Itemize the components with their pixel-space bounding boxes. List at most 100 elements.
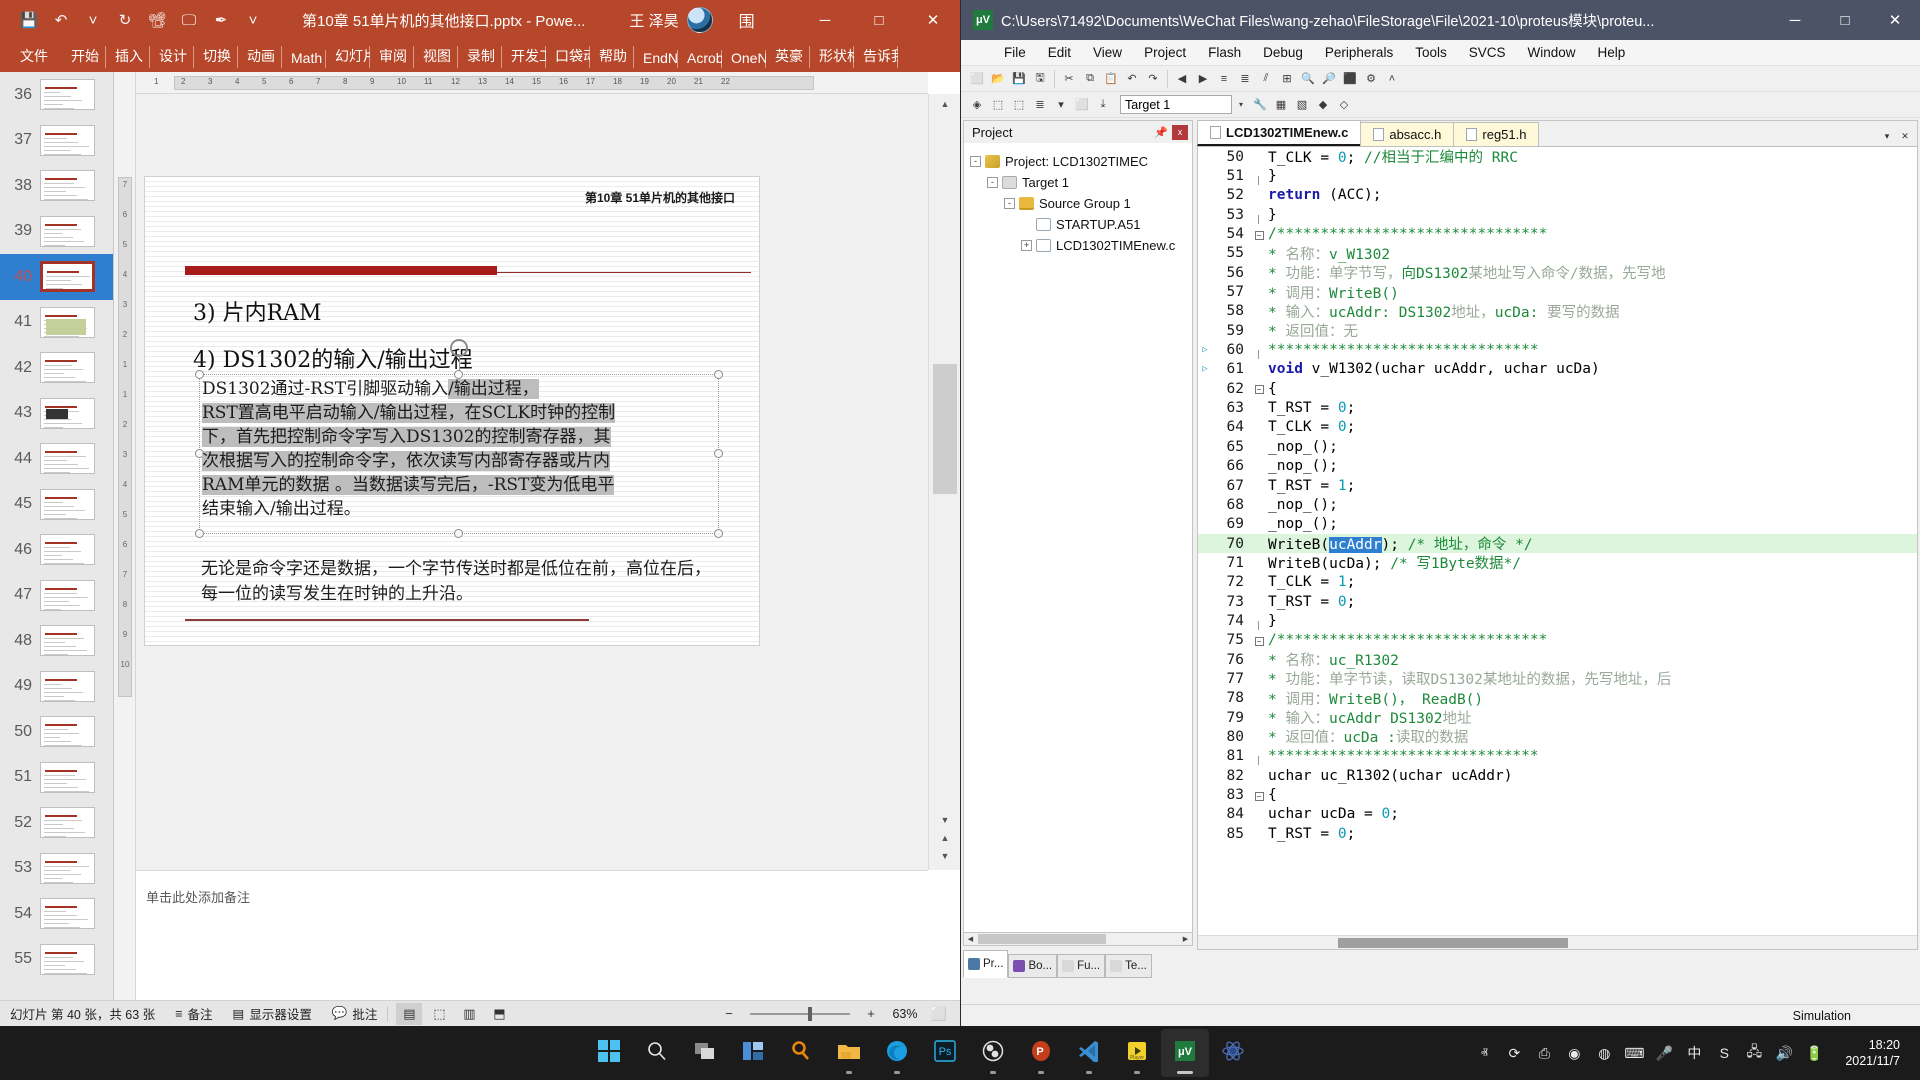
slide-thumbnail-39[interactable]: 39 xyxy=(0,209,113,255)
slide-thumbnail-42[interactable]: 42 xyxy=(0,345,113,391)
ribbon-tab-15[interactable]: Acrobat xyxy=(678,46,722,72)
code-line-76[interactable]: 76 * 名称：uc_R1302 xyxy=(1198,650,1917,670)
editor-tab-2[interactable]: reg51.h xyxy=(1453,122,1540,146)
code-line-62[interactable]: 62−{ xyxy=(1198,379,1917,398)
ribbon-tab-7[interactable]: 幻灯片放映 xyxy=(326,42,370,72)
build-icon[interactable]: ⬚ xyxy=(988,95,1008,115)
start-button[interactable] xyxy=(585,1029,633,1077)
rotation-handle[interactable] xyxy=(450,339,468,357)
usb-eject-icon[interactable]: ⎙ xyxy=(1529,1033,1559,1073)
reading-view-button[interactable]: ▥ xyxy=(456,1003,482,1025)
slide-thumbnail-image[interactable] xyxy=(40,397,95,429)
tree-expander-icon[interactable]: + xyxy=(1021,240,1032,251)
ribbon-tab-5[interactable]: 动画 xyxy=(238,42,282,72)
slide-thumbnail-image[interactable] xyxy=(40,852,95,884)
paste-icon[interactable]: 📋 xyxy=(1101,69,1121,89)
bookmark-marker-icon[interactable]: ▷ xyxy=(1198,345,1212,355)
navigate-back-icon[interactable]: ◀ xyxy=(1172,69,1192,89)
zoom-in-button[interactable]: + xyxy=(858,1003,884,1025)
tree-expander-icon[interactable]: - xyxy=(1004,198,1015,209)
code-line-73[interactable]: 73 T_RST = 0; xyxy=(1198,592,1917,611)
keil-menu-view[interactable]: View xyxy=(1082,42,1133,63)
config-wizard-icon[interactable]: ⚙ xyxy=(1361,69,1381,89)
normal-view-button[interactable]: ▤ xyxy=(396,1002,423,1025)
slide-thumbnail-image[interactable] xyxy=(40,761,95,793)
project-tree-item-0[interactable]: - Project: LCD1302TIMEC xyxy=(970,151,1192,172)
maximize-button[interactable]: □ xyxy=(852,0,906,40)
selected-text-box[interactable]: DS1302通过-RST引脚驱动输入/输出过程， RST置高电平启动输入/输出过程… xyxy=(195,339,723,538)
search-button[interactable] xyxy=(633,1029,681,1077)
microsoft-edge-app[interactable] xyxy=(873,1029,921,1077)
slide-thumbnail-40[interactable]: 40 xyxy=(0,254,113,300)
code-horizontal-scrollbar[interactable] xyxy=(1198,935,1917,949)
keil-menu-window[interactable]: Window xyxy=(1516,42,1586,63)
code-line-82[interactable]: 82 uchar uc_R1302(uchar ucAddr) xyxy=(1198,766,1917,785)
code-line-71[interactable]: 71 WriteB(ucDa); /* 写1Byte数据*/ xyxy=(1198,553,1917,573)
battery-icon[interactable]: 🔋 xyxy=(1799,1033,1829,1073)
redo-icon[interactable]: ↻ xyxy=(110,6,140,34)
code-line-61[interactable]: ▷ 61 void v_W1302(uchar ucAddr, uchar ucDa… xyxy=(1198,360,1917,379)
manage-components-icon[interactable]: ▦ xyxy=(1271,95,1291,115)
comment-icon[interactable]: ⫽ xyxy=(1256,69,1276,89)
ribbon-tab-13[interactable]: 帮助 xyxy=(590,42,634,72)
expand-icon[interactable]: ˄ xyxy=(1382,69,1402,89)
slide-thumbnail-image[interactable] xyxy=(40,898,95,930)
widgets-button[interactable] xyxy=(729,1029,777,1077)
keil-uvision-app[interactable]: μV xyxy=(1161,1029,1209,1077)
microphone-icon[interactable]: 🎤 xyxy=(1649,1033,1679,1073)
slide-thumbnail-image[interactable] xyxy=(40,716,95,748)
undo-icon[interactable]: ↶ xyxy=(1122,69,1142,89)
clock[interactable]: 18:20 2021/11/7 xyxy=(1831,1037,1910,1069)
ime-chinese-icon[interactable]: 中 xyxy=(1679,1033,1709,1073)
code-hscroll-thumb[interactable] xyxy=(1338,938,1568,948)
indent-icon[interactable]: ≡ xyxy=(1214,69,1234,89)
keil-menu-peripherals[interactable]: Peripherals xyxy=(1314,42,1404,63)
code-line-54[interactable]: 54−/******************************* xyxy=(1198,224,1917,243)
slide-heading-2[interactable]: 4) DS1302的输入/输出过程 xyxy=(193,342,473,374)
ribbon-tab-2[interactable]: 插入 xyxy=(106,42,150,72)
resize-handle-bottom-left[interactable] xyxy=(195,529,204,538)
potplayer-app[interactable]: Player xyxy=(1113,1029,1161,1077)
code-line-57[interactable]: 57 * 调用：WriteB() xyxy=(1198,282,1917,302)
cut-icon[interactable]: ✂ xyxy=(1059,69,1079,89)
bookmark-icon[interactable]: ⊞ xyxy=(1277,69,1297,89)
slide-thumbnail-47[interactable]: 47 xyxy=(0,573,113,619)
tree-expander-icon[interactable]: - xyxy=(987,177,998,188)
keil-maximize-button[interactable]: □ xyxy=(1820,0,1870,40)
pin-icon[interactable]: 📌 xyxy=(1150,126,1172,139)
resize-handle-bottom-right[interactable] xyxy=(714,529,723,538)
keil-menu-tools[interactable]: Tools xyxy=(1404,42,1458,63)
slide-heading-1[interactable]: 3) 片内RAM xyxy=(193,295,322,327)
keil-menu-debug[interactable]: Debug xyxy=(1252,42,1314,63)
format-painter-icon[interactable]: ✒ xyxy=(206,6,236,34)
outdent-icon[interactable]: ≣ xyxy=(1235,69,1255,89)
manage-run-env-icon[interactable]: ▧ xyxy=(1292,95,1312,115)
network-icon[interactable]: 🖧 xyxy=(1739,1033,1769,1073)
slide-thumbnail-image[interactable] xyxy=(40,579,95,611)
new-file-icon[interactable]: ⬜ xyxy=(967,69,987,89)
code-line-70[interactable]: 70 WriteB(ucAddr); /* 地址，命令 */ xyxy=(1198,533,1917,554)
fit-to-window-button[interactable]: ⬜ xyxy=(926,1003,952,1025)
functions-tab[interactable]: Fu... xyxy=(1057,954,1106,978)
keil-menu-svcs[interactable]: SVCS xyxy=(1458,42,1517,63)
fold-marker[interactable]: − xyxy=(1252,634,1266,647)
keil-menu-edit[interactable]: Edit xyxy=(1037,42,1082,63)
slide-thumbnail-image[interactable] xyxy=(40,261,95,293)
slide-thumbnail-52[interactable]: 52 xyxy=(0,800,113,846)
keil-menu-file[interactable]: File xyxy=(993,42,1037,63)
project-tree-item-3[interactable]: STARTUP.A51 xyxy=(970,214,1192,235)
project-tree-item-1[interactable]: - Target 1 xyxy=(970,172,1192,193)
scroll-up-icon[interactable]: ▲ xyxy=(937,96,953,112)
keil-menu-help[interactable]: Help xyxy=(1587,42,1637,63)
slide-stage[interactable]: 第10章 51单片机的其他接口 3) 片内RAM 4) DS1302的输入/输出… xyxy=(136,94,928,870)
vscode-app[interactable] xyxy=(1065,1029,1113,1077)
load-icon[interactable]: ⤓ xyxy=(1093,95,1113,115)
project-pane-horizontal-scrollbar[interactable]: ◀ ▶ xyxy=(963,932,1193,946)
redo-icon[interactable]: ↷ xyxy=(1143,69,1163,89)
next-slide-icon[interactable]: ▼ xyxy=(937,848,953,864)
copy-icon[interactable]: ⧉ xyxy=(1080,69,1100,89)
slide-thumbnail-51[interactable]: 51 xyxy=(0,755,113,801)
save-all-icon[interactable]: 🖫 xyxy=(1030,69,1050,89)
tree-expander-icon[interactable]: - xyxy=(970,156,981,167)
target-selector[interactable]: Target 1 xyxy=(1120,95,1232,114)
